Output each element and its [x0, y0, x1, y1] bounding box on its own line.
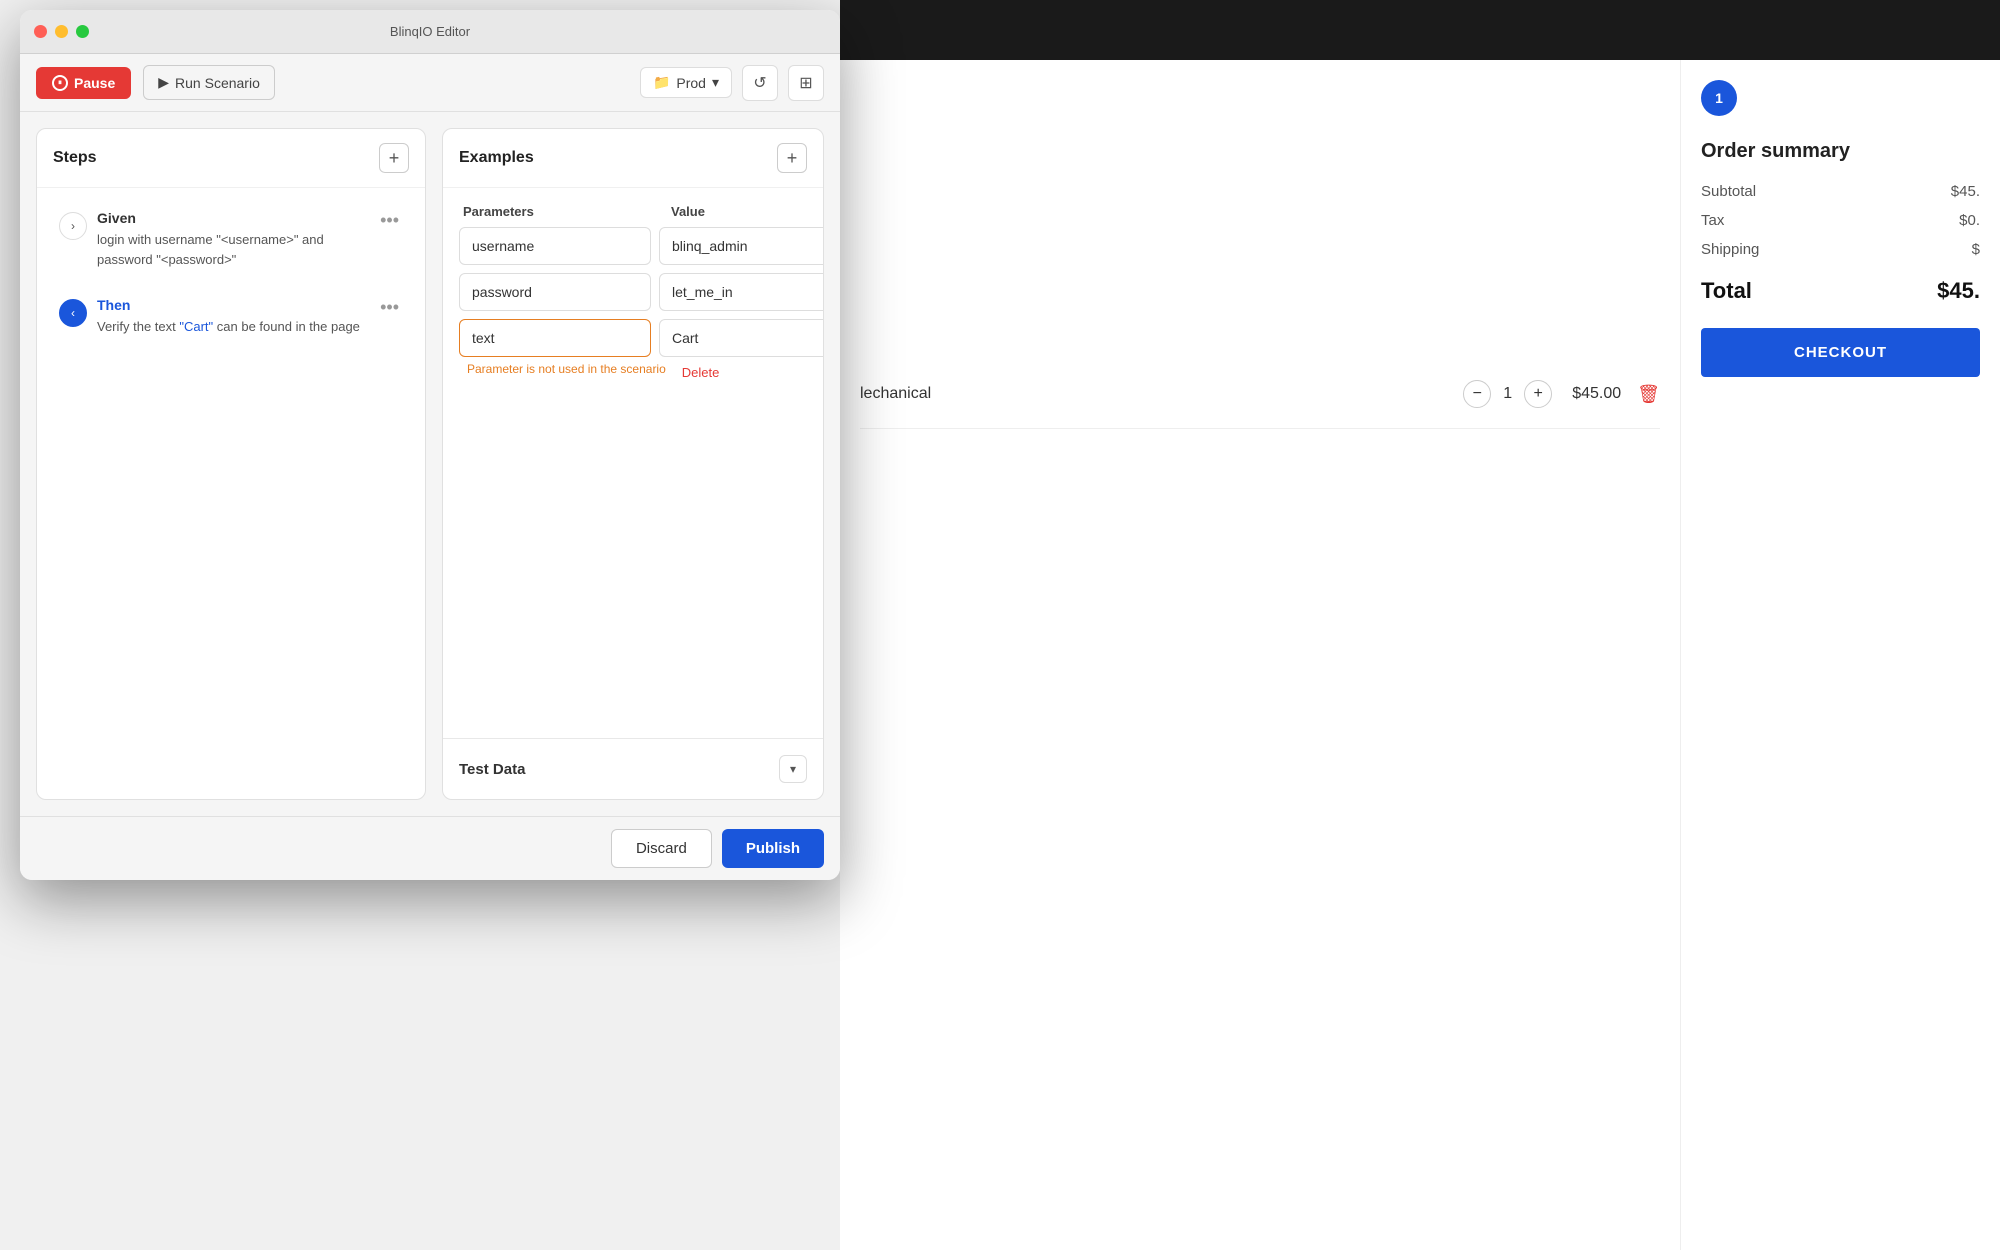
discard-button[interactable]: Discard	[611, 829, 712, 868]
toolbar: ⏸ Pause ▶ Run Scenario 📁 Prod ▾ ↺ ⊞	[20, 54, 840, 112]
add-step-button[interactable]: +	[379, 143, 409, 173]
quantity-controls: − 1 +	[1463, 380, 1552, 408]
tax-label: Tax	[1701, 212, 1724, 229]
params-column-header: Parameters	[463, 204, 663, 219]
given-label: Given	[97, 210, 366, 226]
cart-link[interactable]: "Cart"	[179, 319, 213, 334]
pause-icon: ⏸	[52, 75, 68, 91]
param-input-username[interactable]	[459, 227, 651, 265]
steps-title: Steps	[53, 149, 97, 167]
step-then: ‹ Then Verify the text "Cart" can be fou…	[49, 287, 413, 347]
checkout-button[interactable]: CHECKOUT	[1701, 328, 1980, 377]
product-price: $45.00	[1572, 385, 1621, 403]
value-column-header: Value	[671, 204, 803, 219]
delete-link[interactable]: Delete	[682, 365, 720, 380]
shipping-label: Shipping	[1701, 241, 1759, 258]
shipping-value: $	[1972, 241, 1980, 258]
param-row-password: 🗑	[459, 273, 807, 311]
quantity-increase-btn[interactable]: +	[1524, 380, 1552, 408]
then-more-icon[interactable]: •••	[376, 297, 403, 318]
layout-icon: ⊞	[799, 73, 812, 93]
step-given: › Given login with username "<username>"…	[49, 200, 413, 279]
add-example-button[interactable]: +	[777, 143, 807, 173]
test-data-title: Test Data	[459, 761, 525, 778]
title-bar: BlinqIO Editor	[20, 10, 840, 54]
test-data-chevron-icon[interactable]: ▾	[779, 755, 807, 783]
examples-title: Examples	[459, 149, 534, 167]
param-row-text-wrapper: 🗑 Parameter is not used in the scenario …	[459, 319, 807, 380]
param-input-password[interactable]	[459, 273, 651, 311]
pause-label: Pause	[74, 75, 115, 91]
run-label: Run Scenario	[175, 75, 260, 91]
total-value: $45.	[1937, 278, 1980, 304]
fullscreen-button[interactable]	[76, 25, 89, 38]
refresh-button[interactable]: ↺	[742, 65, 778, 101]
tax-row: Tax $0.	[1701, 212, 1980, 229]
total-label: Total	[1701, 278, 1752, 304]
env-label: Prod	[676, 75, 706, 91]
total-row: Total $45.	[1701, 278, 1980, 304]
editor-window: BlinqIO Editor ⏸ Pause ▶ Run Scenario 📁 …	[20, 10, 840, 880]
product-name: lechanical	[860, 385, 1463, 403]
steps-panel-header: Steps +	[37, 129, 425, 188]
editor-main: Steps + › Given login with username "<us…	[20, 112, 840, 816]
then-expand-icon[interactable]: ‹	[59, 299, 87, 327]
play-icon: ▶	[158, 74, 169, 91]
pause-button[interactable]: ⏸ Pause	[36, 67, 131, 99]
quantity-value: 1	[1503, 385, 1512, 403]
examples-content: Parameters Value 🗑 🗑	[443, 188, 823, 738]
toolbar-right: 📁 Prod ▾ ↺ ⊞	[640, 65, 824, 101]
then-content: Then Verify the text "Cart" can be found…	[97, 297, 366, 337]
value-input-username[interactable]	[659, 227, 823, 265]
refresh-icon: ↺	[753, 73, 766, 93]
params-header: Parameters Value	[459, 204, 807, 219]
minimize-button[interactable]	[55, 25, 68, 38]
remove-product-icon[interactable]: 🗑	[1637, 384, 1660, 405]
param-error-message: Parameter is not used in the scenario	[463, 362, 666, 376]
subtotal-label: Subtotal	[1701, 183, 1756, 200]
traffic-lights	[34, 25, 89, 38]
order-summary-title: Order summary	[1701, 140, 1980, 163]
cart-badge: 1	[1701, 80, 1737, 116]
quantity-decrease-btn[interactable]: −	[1463, 380, 1491, 408]
run-scenario-button[interactable]: ▶ Run Scenario	[143, 65, 275, 100]
order-summary-panel: 1 Order summary Subtotal $45. Tax $0. Sh…	[1680, 60, 2000, 1250]
chevron-down-icon: ▾	[712, 74, 719, 91]
layout-button[interactable]: ⊞	[788, 65, 824, 101]
shipping-row: Shipping $	[1701, 241, 1980, 258]
given-content: Given login with username "<username>" a…	[97, 210, 366, 269]
steps-list: › Given login with username "<username>"…	[37, 188, 425, 799]
close-button[interactable]	[34, 25, 47, 38]
publish-button[interactable]: Publish	[722, 829, 824, 868]
product-row: lechanical − 1 + $45.00 🗑	[860, 360, 1660, 429]
param-input-text[interactable]	[459, 319, 651, 357]
value-input-password[interactable]	[659, 273, 823, 311]
window-title: BlinqIO Editor	[390, 24, 470, 39]
examples-panel-header: Examples +	[443, 129, 823, 188]
subtotal-row: Subtotal $45.	[1701, 183, 1980, 200]
param-row-text: 🗑	[459, 319, 807, 357]
editor-bottom-actions: Discard Publish	[20, 816, 840, 880]
test-data-section: Test Data ▾	[443, 738, 823, 799]
environment-selector[interactable]: 📁 Prod ▾	[640, 67, 732, 98]
folder-icon: 📁	[653, 74, 670, 91]
tax-value: $0.	[1959, 212, 1980, 229]
given-more-icon[interactable]: •••	[376, 210, 403, 231]
given-description: login with username "<username>" and pas…	[97, 230, 366, 269]
dark-navbar	[840, 0, 2000, 60]
steps-panel: Steps + › Given login with username "<us…	[36, 128, 426, 800]
value-input-text[interactable]	[659, 319, 823, 357]
param-row-username: 🗑	[459, 227, 807, 265]
test-data-header[interactable]: Test Data ▾	[443, 739, 823, 799]
given-expand-icon[interactable]: ›	[59, 212, 87, 240]
then-description: Verify the text "Cart" can be found in t…	[97, 317, 366, 337]
subtotal-value: $45.	[1951, 183, 1980, 200]
page-content: lechanical − 1 + $45.00 🗑	[840, 60, 1680, 1250]
examples-panel: Examples + Parameters Value 🗑	[442, 128, 824, 800]
then-label: Then	[97, 297, 366, 313]
